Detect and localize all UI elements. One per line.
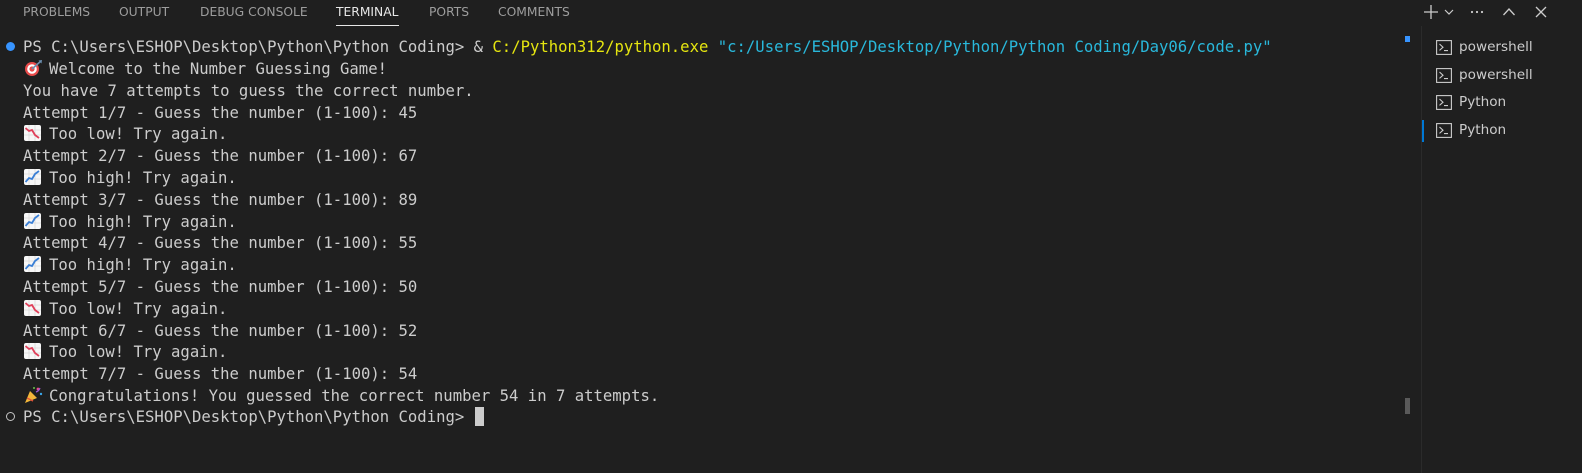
terminal-tab-python-2[interactable]: Python xyxy=(1422,119,1582,143)
terminal-output[interactable]: PS C:\Users\ESHOP\Desktop\Python\Python … xyxy=(0,26,1405,473)
maximize-panel-button[interactable] xyxy=(1499,2,1519,22)
panel-tab-bar: PROBLEMS OUTPUT DEBUG CONSOLE TERMINAL P… xyxy=(0,0,1582,26)
command-argument: "c:/Users/ESHOP/Desktop/Python/Python Co… xyxy=(708,38,1272,56)
tab-ports[interactable]: PORTS xyxy=(429,5,469,19)
terminal-output-line: Attempt 2/7 - Guess the number (1-100): … xyxy=(23,145,417,167)
terminal-output-text: Too low! Try again. xyxy=(49,125,228,144)
terminal-icon xyxy=(1436,68,1452,83)
prompt-text: PS C:\Users\ESHOP\Desktop\Python\Python … xyxy=(23,38,465,56)
terminal-output-text: Attempt 1/7 - Guess the number (1-100): … xyxy=(23,103,418,122)
terminal-output-text: Welcome to the Number Guessing Game! xyxy=(49,60,387,78)
close-icon xyxy=(1535,6,1547,18)
terminal-output-text: Attempt 4/7 - Guess the number (1-100): … xyxy=(23,234,418,253)
party-popper-icon xyxy=(23,386,44,404)
terminal-output-line: Attempt 6/7 - Guess the number (1-100): … xyxy=(23,320,417,342)
terminal-output-text: Too high! Try again. xyxy=(49,169,237,187)
tab-comments[interactable]: COMMENTS xyxy=(498,5,570,19)
new-terminal-button[interactable] xyxy=(1421,2,1441,22)
scrollbar-decoration-mark xyxy=(1405,36,1410,42)
terminal-output-line: Too high! Try again. xyxy=(23,211,237,233)
terminal-output-line: Attempt 4/7 - Guess the number (1-100): … xyxy=(23,232,417,254)
terminal-output-text: Attempt 2/7 - Guess the number (1-100): … xyxy=(23,147,418,166)
terminal-icon xyxy=(1436,40,1452,55)
terminal-output-text: Attempt 7/7 - Guess the number (1-100): … xyxy=(23,365,418,384)
tab-problems[interactable]: PROBLEMS xyxy=(23,5,90,19)
terminal-output-line: Attempt 5/7 - Guess the number (1-100): … xyxy=(23,276,417,298)
terminal-output-line: Attempt 3/7 - Guess the number (1-100): … xyxy=(23,189,417,211)
terminal-tabs-list: powershell powershell Python Python xyxy=(1421,26,1582,473)
terminal-output-line: Too low! Try again. xyxy=(23,123,227,145)
command-line: PS C:\Users\ESHOP\Desktop\Python\Python … xyxy=(23,36,1272,58)
terminal-output-line: Too low! Try again. xyxy=(23,298,227,320)
launch-profile-dropdown[interactable] xyxy=(1442,2,1456,22)
ellipsis-icon xyxy=(1470,10,1484,14)
command-executable: C:/Python312/python.exe xyxy=(492,38,709,56)
terminal-icon xyxy=(1436,95,1452,110)
terminal-output-line: You have 7 attempts to guess the correct… xyxy=(23,80,474,102)
terminal-output-text: Too low! Try again. xyxy=(49,299,228,318)
terminal-output-line: Too low! Try again. xyxy=(23,341,227,363)
terminal-output-line: Congratulations! You guessed the correct… xyxy=(23,385,659,407)
close-panel-button[interactable] xyxy=(1531,2,1551,22)
terminal-output-line: Attempt 1/7 - Guess the number (1-100): … xyxy=(23,102,417,124)
terminal-tab-label: powershell xyxy=(1459,67,1533,83)
terminal-tab-label: powershell xyxy=(1459,39,1533,55)
terminal-icon xyxy=(1436,123,1452,138)
chart-decreasing-icon xyxy=(23,124,44,142)
target-icon xyxy=(23,59,44,77)
terminal-tab-label: Python xyxy=(1459,94,1507,110)
terminal-output-text: Too high! Try again. xyxy=(49,256,237,275)
chart-increasing-icon xyxy=(23,212,44,230)
tab-terminal[interactable]: TERMINAL xyxy=(336,5,399,26)
terminal-output-text: Too low! Try again. xyxy=(49,343,228,362)
command-success-decoration[interactable] xyxy=(6,42,15,51)
terminal-output-text: Too high! Try again. xyxy=(49,212,237,231)
tab-debug-console[interactable]: DEBUG CONSOLE xyxy=(200,5,308,19)
terminal-tab-powershell-1[interactable]: powershell xyxy=(1422,36,1582,60)
scrollbar-thumb[interactable] xyxy=(1405,398,1410,414)
terminal-output-line: Too high! Try again. xyxy=(23,254,237,276)
chart-increasing-icon xyxy=(23,168,44,186)
terminal-output-text: Congratulations! You guessed the correct… xyxy=(49,387,660,405)
terminal-tab-python-1[interactable]: Python xyxy=(1422,91,1582,115)
terminal-output-text: Attempt 5/7 - Guess the number (1-100): … xyxy=(23,278,418,296)
terminal-output-text: Attempt 3/7 - Guess the number (1-100): … xyxy=(23,190,418,209)
more-actions-button[interactable] xyxy=(1467,2,1487,22)
terminal-output-text: Attempt 6/7 - Guess the number (1-100): … xyxy=(23,321,418,340)
terminal-output-line: Welcome to the Number Guessing Game! xyxy=(23,58,387,80)
plus-icon xyxy=(1424,5,1438,19)
terminal-cursor xyxy=(475,407,485,426)
terminal-tab-powershell-2[interactable]: powershell xyxy=(1422,64,1582,88)
chart-increasing-icon xyxy=(23,255,44,273)
prompt-decoration[interactable] xyxy=(6,412,15,421)
chevron-down-icon xyxy=(1444,9,1454,15)
terminal-output-line: Attempt 7/7 - Guess the number (1-100): … xyxy=(23,363,417,385)
tab-output[interactable]: OUTPUT xyxy=(119,5,169,19)
terminal-tab-label: Python xyxy=(1459,122,1507,138)
chart-decreasing-icon xyxy=(23,299,44,317)
current-prompt-line: PS C:\Users\ESHOP\Desktop\Python\Python … xyxy=(23,406,485,428)
command-operator: & xyxy=(464,38,493,56)
terminal-output-line: Too high! Try again. xyxy=(23,167,237,189)
prompt-text: PS C:\Users\ESHOP\Desktop\Python\Python … xyxy=(23,408,465,426)
chevron-up-icon xyxy=(1503,8,1515,16)
chart-decreasing-icon xyxy=(23,342,44,360)
terminal-output-text: You have 7 attempts to guess the correct… xyxy=(23,81,474,100)
